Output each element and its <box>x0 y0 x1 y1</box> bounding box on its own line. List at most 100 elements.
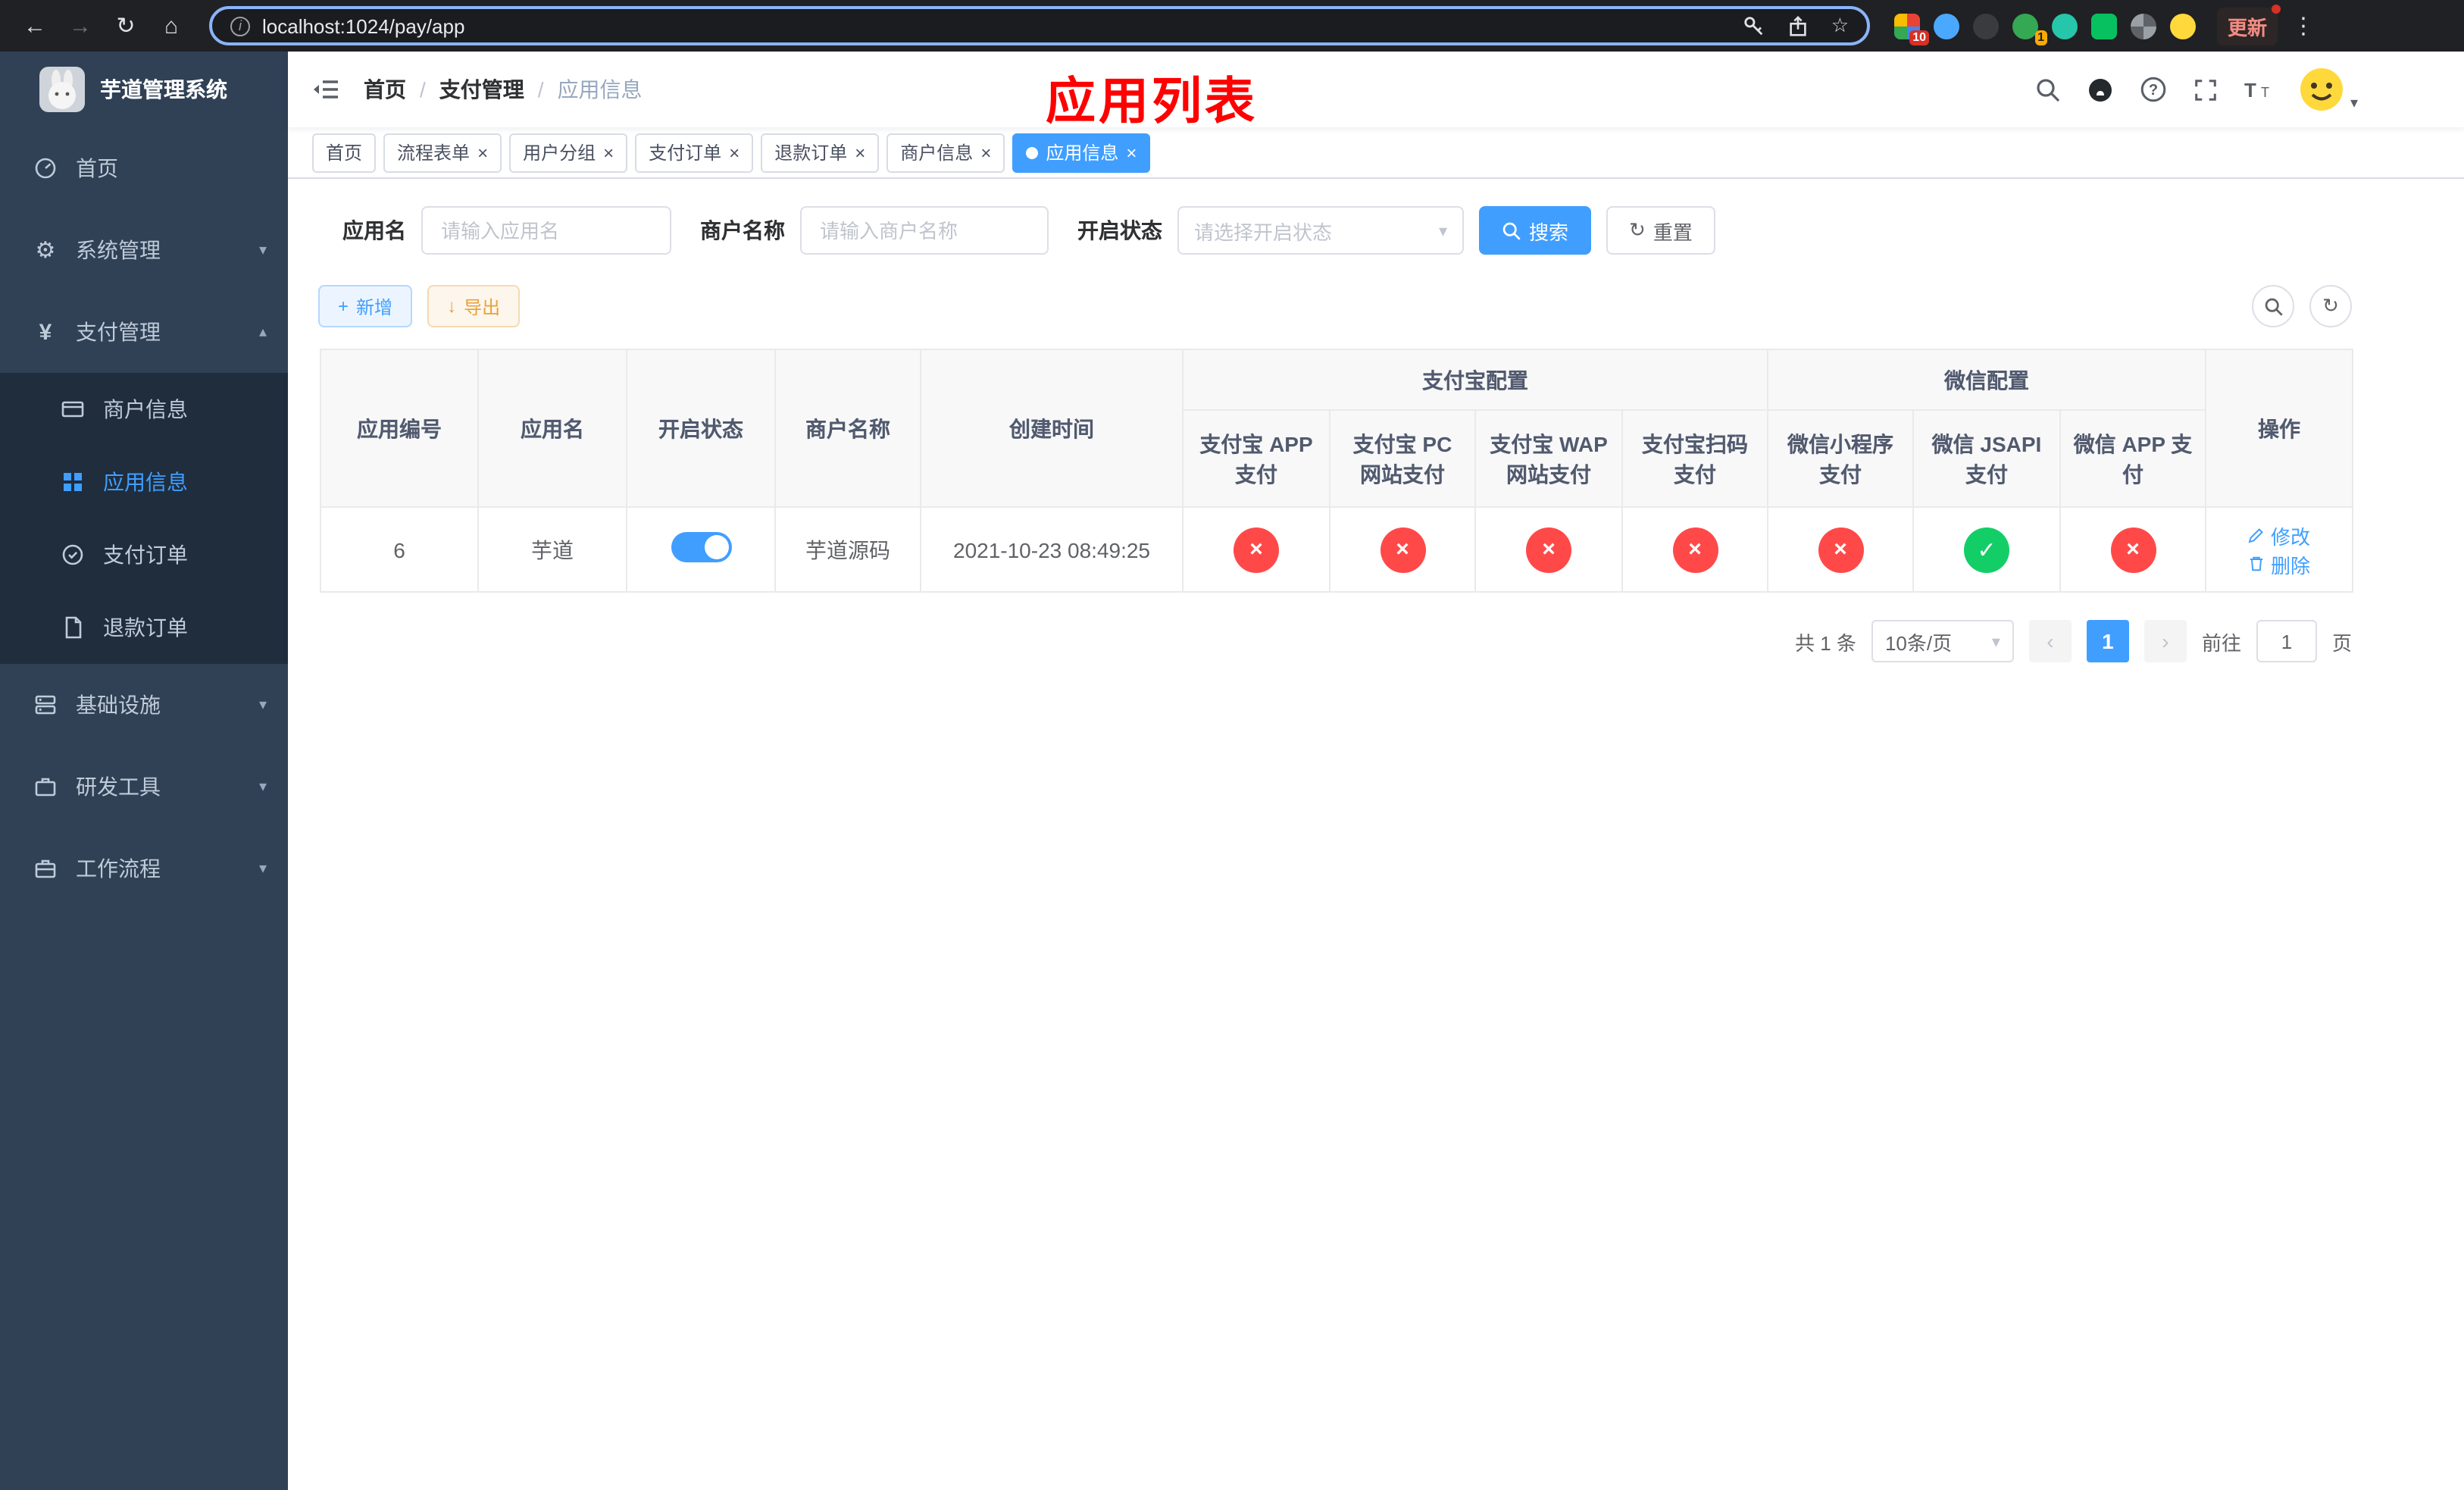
edit-label: 修改 <box>2270 525 2310 548</box>
column-header-alipay-pc: 支付宝 PC 网站支付 <box>1329 409 1476 508</box>
extension-icon-avatar[interactable]: 1 <box>2012 13 2047 45</box>
extension-icon-blue[interactable] <box>1934 13 1959 39</box>
share-icon[interactable] <box>1787 14 1810 37</box>
page-1-button[interactable]: 1 <box>2086 620 2129 662</box>
status-icon[interactable]: ✓ <box>1964 527 2009 572</box>
status-icon[interactable]: × <box>2110 527 2156 572</box>
breadcrumb: 首页 / 支付管理 / 应用信息 <box>364 74 643 105</box>
browser-menu-kebab-icon[interactable]: ⋮ <box>2284 12 2323 39</box>
search-icon[interactable] <box>2035 77 2061 102</box>
svg-text:?: ? <box>2149 82 2158 99</box>
address-bar[interactable]: i localhost:1024/pay/app ☆ <box>209 6 1870 45</box>
close-icon[interactable]: × <box>477 143 488 161</box>
chevron-down-icon: ▾ <box>1438 222 1447 240</box>
sidebar-item-label: 应用信息 <box>103 470 188 494</box>
app-logo[interactable]: 芋道管理系统 <box>0 52 288 127</box>
briefcase-icon <box>30 856 61 881</box>
forward-icon[interactable]: → <box>61 13 100 39</box>
sidebar-item-payment-orders[interactable]: 支付订单 <box>0 518 288 591</box>
github-icon[interactable] <box>2087 76 2114 103</box>
enabled-toggle[interactable] <box>671 532 731 562</box>
sidebar-item-system[interactable]: ⚙ 系统管理 ▾ <box>0 209 288 291</box>
tab-process-form[interactable]: 流程表单 × <box>383 133 502 172</box>
extension-icon-chat[interactable] <box>2091 13 2117 39</box>
back-icon[interactable]: ← <box>15 13 55 39</box>
pencil-icon <box>2249 528 2264 543</box>
help-icon[interactable]: ? <box>2140 76 2167 103</box>
password-key-icon[interactable] <box>1743 14 1766 37</box>
sidebar-item-label: 支付管理 <box>76 320 161 344</box>
reset-button[interactable]: ↻ 重置 <box>1606 206 1715 255</box>
next-page-button[interactable]: › <box>2143 620 2187 662</box>
tab-merchant-info[interactable]: 商户信息 × <box>886 133 1005 172</box>
export-button[interactable]: ↓ 导出 <box>427 285 521 327</box>
status-icon[interactable]: × <box>1818 527 1863 572</box>
status-icon[interactable]: × <box>1234 527 1279 572</box>
refresh-icon: ↻ <box>1629 218 1646 241</box>
close-icon[interactable]: × <box>855 143 865 161</box>
bookmark-star-icon[interactable]: ☆ <box>1831 14 1849 38</box>
main-content: 首页 / 支付管理 / 应用信息 ? T T ▾ 首页 流程表单 × 用户分组 … <box>288 52 2464 1490</box>
refresh-table-button[interactable]: ↻ <box>2309 285 2352 327</box>
cell-actions: 修改 删除 <box>2205 506 2353 593</box>
tab-payment-orders[interactable]: 支付订单 × <box>635 133 754 172</box>
tab-home[interactable]: 首页 <box>312 133 377 172</box>
add-button[interactable]: + 新增 <box>318 285 413 327</box>
user-avatar[interactable]: ▾ <box>2299 67 2358 112</box>
merchant-name-input[interactable] <box>800 206 1049 255</box>
sidebar-item-workflow[interactable]: 工作流程 ▾ <box>0 828 288 909</box>
search-icon <box>2264 297 2282 315</box>
status-icon[interactable]: × <box>1672 527 1718 572</box>
toggle-search-button[interactable] <box>2252 285 2294 327</box>
app-name-input[interactable] <box>421 206 671 255</box>
status-icon[interactable]: × <box>1380 527 1425 572</box>
prev-page-button[interactable]: ‹ <box>2028 620 2072 662</box>
chevron-up-icon: ▴ <box>258 324 267 340</box>
update-button[interactable]: 更新 <box>2217 4 2281 45</box>
extension-icon-emoji[interactable] <box>2170 13 2196 39</box>
breadcrumb-item-payment[interactable]: 支付管理 <box>439 74 524 105</box>
tab-user-group[interactable]: 用户分组 × <box>509 133 628 172</box>
extension-icon-dark[interactable] <box>1973 13 1999 39</box>
sidebar-item-home[interactable]: 首页 <box>0 127 288 209</box>
yen-icon: ¥ <box>39 319 52 345</box>
cell-wechat-app: × <box>2059 506 2206 593</box>
sidebar-item-app-info[interactable]: 应用信息 <box>0 446 288 518</box>
close-icon[interactable]: × <box>980 143 991 161</box>
reset-button-label: 重置 <box>1653 221 1693 243</box>
sidebar-item-infrastructure[interactable]: 基础设施 ▾ <box>0 664 288 746</box>
close-icon[interactable]: × <box>603 143 614 161</box>
tab-label: 应用信息 <box>1046 142 1119 164</box>
edit-link[interactable]: 修改 <box>2248 521 2310 549</box>
sidebar-toggle-icon[interactable] <box>312 77 339 102</box>
fullscreen-icon[interactable] <box>2193 77 2219 102</box>
sidebar-item-merchant-info[interactable]: 商户信息 <box>0 373 288 446</box>
site-info-icon[interactable]: i <box>230 16 250 36</box>
sidebar: 芋道管理系统 首页 ⚙ 系统管理 ▾ ¥ 支付管理 ▴ 商户信息 应用信息 支付… <box>0 52 288 1490</box>
goto-page-input[interactable] <box>2256 620 2317 662</box>
tab-refund-orders[interactable]: 退款订单 × <box>761 133 880 172</box>
chevron-down-icon: ▾ <box>2350 95 2358 112</box>
chevron-down-icon: ▾ <box>1991 633 2000 651</box>
search-button[interactable]: 搜索 <box>1479 206 1592 255</box>
chevron-down-icon: ▾ <box>258 860 267 877</box>
sidebar-item-dev-tools[interactable]: 研发工具 ▾ <box>0 746 288 828</box>
sidebar-item-payment[interactable]: ¥ 支付管理 ▴ <box>0 291 288 373</box>
delete-link[interactable]: 删除 <box>2248 549 2310 578</box>
page-size-select[interactable]: 10条/页 ▾ <box>1871 620 2014 662</box>
close-icon[interactable]: × <box>1126 143 1137 161</box>
chevron-down-icon: ▾ <box>258 242 267 258</box>
sidebar-item-label: 首页 <box>76 156 118 180</box>
extension-icon-pinwheel[interactable] <box>2131 13 2156 39</box>
status-select[interactable]: 请选择开启状态 ▾ <box>1177 206 1464 255</box>
reload-icon[interactable]: ↻ <box>106 12 145 39</box>
extensions-puzzle-icon[interactable]: 10 <box>1894 13 1929 45</box>
home-icon[interactable]: ⌂ <box>152 13 191 39</box>
font-size-icon[interactable]: TT <box>2244 77 2273 102</box>
breadcrumb-item-home[interactable]: 首页 <box>364 74 406 105</box>
status-icon[interactable]: × <box>1526 527 1571 572</box>
extension-icon-check[interactable] <box>2052 13 2078 39</box>
close-icon[interactable]: × <box>729 143 740 161</box>
tab-app-info[interactable]: 应用信息 × <box>1012 133 1151 172</box>
sidebar-item-refund-orders[interactable]: 退款订单 <box>0 591 288 664</box>
